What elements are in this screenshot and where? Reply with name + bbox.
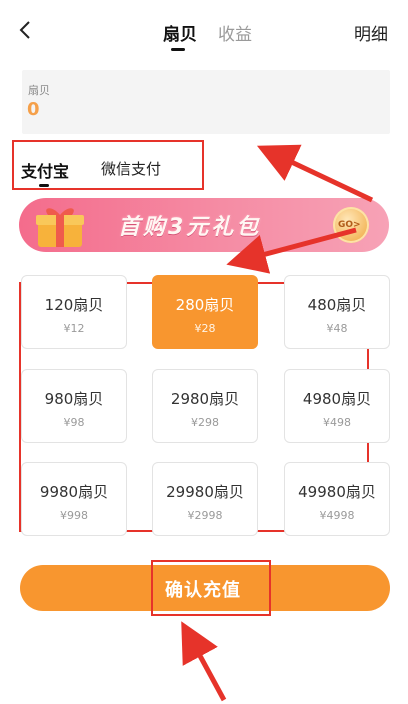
balance-label: 扇贝: [28, 84, 50, 97]
package-price: ¥498: [323, 416, 351, 429]
go-badge-label: GO>: [338, 220, 361, 230]
back-button[interactable]: [14, 18, 38, 42]
package-option[interactable]: 120扇贝 ¥12: [21, 275, 127, 349]
package-option[interactable]: 29980扇贝 ¥2998: [152, 462, 258, 536]
tab-active-indicator: [171, 48, 185, 51]
balance-value: 0: [27, 99, 40, 120]
arrow-to-confirm: [181, 621, 227, 702]
detail-link[interactable]: 明细: [354, 20, 388, 45]
package-option[interactable]: 480扇贝 ¥48: [284, 275, 390, 349]
package-option[interactable]: 280扇贝 ¥28: [152, 275, 258, 349]
package-name: 29980扇贝: [166, 483, 244, 501]
tab-earnings[interactable]: 收益: [218, 20, 252, 45]
chevron-left-icon: [19, 21, 30, 39]
arrow-to-payment: [256, 144, 374, 203]
package-option[interactable]: 2980扇贝 ¥298: [152, 369, 258, 443]
gift-icon: [36, 208, 84, 247]
package-name: 280扇贝: [175, 296, 235, 314]
package-option[interactable]: 980扇贝 ¥98: [21, 369, 127, 443]
promo-banner-text: 首购3元礼包: [118, 215, 262, 240]
balance-card: [22, 70, 390, 134]
package-price: ¥12: [63, 322, 85, 335]
package-price: ¥48: [326, 322, 348, 335]
package-name: 480扇贝: [307, 296, 367, 314]
package-option[interactable]: 4980扇贝 ¥498: [284, 369, 390, 443]
payment-tab-alipay[interactable]: 支付宝: [21, 158, 69, 182]
package-name: 49980扇贝: [298, 483, 376, 501]
package-price: ¥998: [60, 509, 88, 522]
package-option[interactable]: 9980扇贝 ¥998: [21, 462, 127, 536]
confirm-recharge-label: 确认充值: [165, 580, 241, 601]
package-name: 2980扇贝: [170, 390, 240, 408]
package-name: 4980扇贝: [302, 390, 372, 408]
package-name: 120扇贝: [44, 296, 104, 314]
package-price: ¥98: [63, 416, 85, 429]
package-option[interactable]: 49980扇贝 ¥4998: [284, 462, 390, 536]
package-price: ¥4998: [319, 509, 355, 522]
package-name: 9980扇贝: [39, 483, 109, 501]
tab-shanbei[interactable]: 扇贝: [163, 20, 197, 45]
package-price: ¥298: [191, 416, 219, 429]
package-price: ¥28: [194, 322, 216, 335]
payment-tab-wechat[interactable]: 微信支付: [101, 158, 161, 179]
payment-active-indicator: [39, 184, 49, 187]
package-price: ¥2998: [187, 509, 223, 522]
package-name: 980扇贝: [44, 390, 104, 408]
